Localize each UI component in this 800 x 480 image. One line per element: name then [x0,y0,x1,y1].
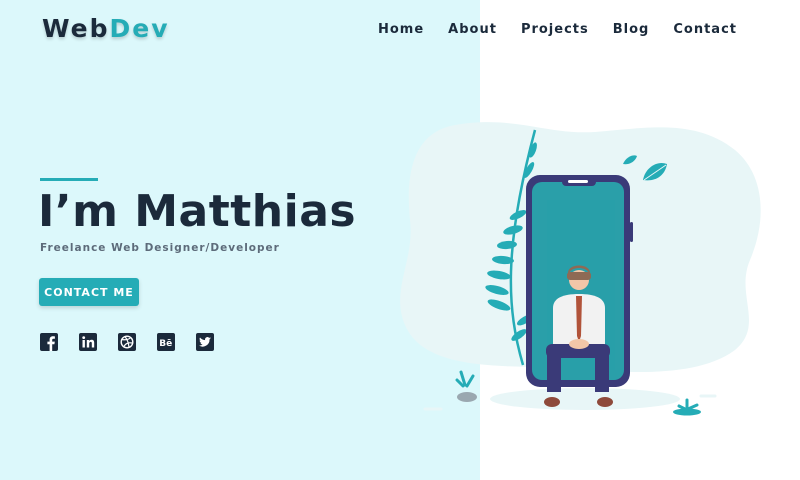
floor-shadow [490,388,680,410]
twitter-icon[interactable] [196,333,214,351]
dribbble-icon[interactable] [118,333,136,351]
hero-subtitle: Freelance Web Designer/Developer [40,242,280,254]
nav-projects[interactable]: Projects [521,22,589,37]
logo-part-web: Web [42,14,110,43]
behance-icon[interactable]: Bē [157,333,175,351]
headline-accent-rule [40,178,98,181]
hero-illustration [400,122,761,416]
svg-text:Bē: Bē [159,339,172,349]
nav-contact[interactable]: Contact [673,22,737,37]
contact-me-button[interactable]: CONTACT ME [39,278,139,306]
social-links: Bē [40,333,214,351]
site-logo[interactable]: WebDev [42,14,170,43]
nav-about[interactable]: About [448,22,497,37]
logo-part-dev: Dev [109,14,170,43]
nav-home[interactable]: Home [378,22,424,37]
linkedin-icon[interactable] [79,333,97,351]
main-nav: Home About Projects Blog Contact [378,22,737,37]
facebook-icon[interactable] [40,333,58,351]
hero-title: I’m Matthias [38,186,357,237]
nav-blog[interactable]: Blog [613,22,650,37]
